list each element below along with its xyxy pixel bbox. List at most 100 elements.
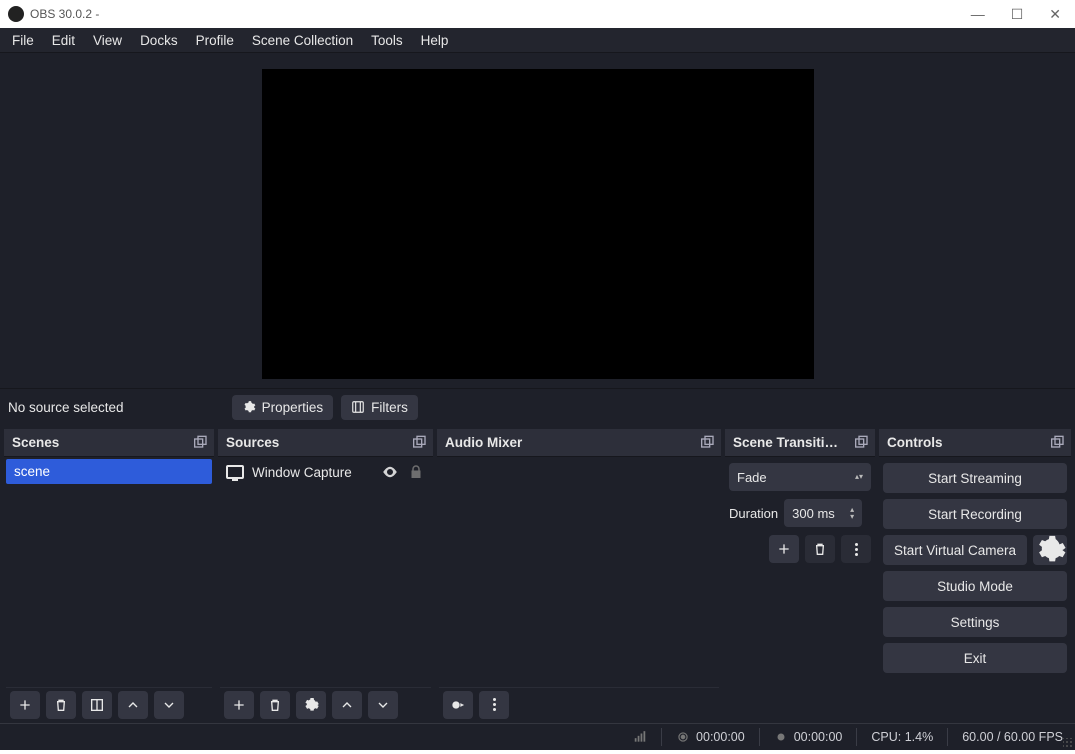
menu-edit[interactable]: Edit bbox=[44, 30, 83, 51]
transitions-dock: Scene Transiti… Fade ▴▾ Duration 300 ms … bbox=[725, 429, 875, 723]
remove-transition-button[interactable] bbox=[805, 535, 835, 563]
menu-profile[interactable]: Profile bbox=[188, 30, 242, 51]
window-capture-icon bbox=[226, 465, 244, 479]
properties-button-label: Properties bbox=[262, 400, 324, 415]
gear-icon bbox=[1033, 533, 1067, 567]
menu-view[interactable]: View bbox=[85, 30, 130, 51]
controls-title: Controls bbox=[887, 435, 943, 450]
preview-canvas[interactable] bbox=[262, 69, 814, 379]
window-title: OBS 30.0.2 - bbox=[30, 7, 99, 21]
studio-mode-button[interactable]: Studio Mode bbox=[883, 571, 1067, 601]
sources-title: Sources bbox=[226, 435, 279, 450]
add-scene-button[interactable] bbox=[10, 691, 40, 719]
chevron-up-icon bbox=[339, 697, 355, 713]
signal-icon bbox=[633, 730, 647, 744]
resize-grip[interactable] bbox=[1063, 738, 1073, 748]
menu-docks[interactable]: Docks bbox=[132, 30, 186, 51]
kebab-icon bbox=[855, 543, 858, 556]
mixer-menu-button[interactable] bbox=[479, 691, 509, 719]
live-time: 00:00:00 bbox=[672, 730, 749, 744]
live-time-value: 00:00:00 bbox=[696, 730, 745, 744]
scenes-title: Scenes bbox=[12, 435, 59, 450]
move-source-up-button[interactable] bbox=[332, 691, 362, 719]
sources-toolbar bbox=[220, 687, 431, 721]
audio-mixer-dock: Audio Mixer bbox=[437, 429, 721, 723]
visibility-toggle[interactable] bbox=[381, 463, 399, 481]
transition-select-value: Fade bbox=[737, 470, 767, 485]
spinner-arrows-icon: ▴▾ bbox=[850, 506, 854, 520]
record-icon bbox=[774, 730, 788, 744]
app-icon bbox=[8, 6, 24, 22]
minimize-button[interactable]: — bbox=[971, 6, 985, 23]
source-toolbar: No source selected Properties Filters bbox=[0, 388, 1075, 425]
maximize-button[interactable]: ☐ bbox=[1011, 6, 1024, 23]
filters-icon bbox=[351, 400, 365, 414]
sources-header[interactable]: Sources bbox=[218, 429, 433, 457]
scene-filters-button[interactable] bbox=[82, 691, 112, 719]
title-bar: OBS 30.0.2 - — ☐ ✕ bbox=[0, 0, 1075, 28]
start-recording-button[interactable]: Start Recording bbox=[883, 499, 1067, 529]
move-scene-down-button[interactable] bbox=[154, 691, 184, 719]
scene-item[interactable]: scene bbox=[6, 459, 212, 484]
scenes-header[interactable]: Scenes bbox=[4, 429, 214, 457]
move-scene-up-button[interactable] bbox=[118, 691, 148, 719]
virtual-camera-settings-button[interactable] bbox=[1033, 535, 1067, 565]
source-item[interactable]: Window Capture bbox=[220, 459, 431, 485]
status-bar: 00:00:00 00:00:00 CPU: 1.4% 60.00 / 60.0… bbox=[0, 723, 1075, 750]
plus-icon bbox=[17, 697, 33, 713]
settings-button[interactable]: Settings bbox=[883, 607, 1067, 637]
gear-icon bbox=[242, 400, 256, 414]
rec-time-value: 00:00:00 bbox=[794, 730, 843, 744]
trash-icon bbox=[812, 541, 828, 557]
menu-tools[interactable]: Tools bbox=[363, 30, 411, 51]
rec-time: 00:00:00 bbox=[770, 730, 847, 744]
preview-area bbox=[0, 53, 1075, 388]
duration-spinner[interactable]: 300 ms ▴▾ bbox=[784, 499, 862, 527]
filter-list-icon bbox=[89, 697, 105, 713]
exit-button[interactable]: Exit bbox=[883, 643, 1067, 673]
transitions-title: Scene Transiti… bbox=[733, 435, 838, 450]
scenes-toolbar bbox=[6, 687, 212, 721]
move-source-down-button[interactable] bbox=[368, 691, 398, 719]
mixer-advanced-button[interactable] bbox=[443, 691, 473, 719]
popout-icon[interactable] bbox=[853, 435, 869, 451]
controls-header[interactable]: Controls bbox=[879, 429, 1071, 457]
chevron-up-icon bbox=[125, 697, 141, 713]
mixer-header[interactable]: Audio Mixer bbox=[437, 429, 721, 457]
add-transition-button[interactable] bbox=[769, 535, 799, 563]
add-source-button[interactable] bbox=[224, 691, 254, 719]
popout-icon[interactable] bbox=[1049, 435, 1065, 451]
sources-dock: Sources Window Capture bbox=[218, 429, 433, 723]
source-properties-button[interactable] bbox=[296, 691, 326, 719]
start-virtual-camera-button[interactable]: Start Virtual Camera bbox=[883, 535, 1027, 565]
close-button[interactable]: ✕ bbox=[1049, 6, 1061, 23]
properties-button[interactable]: Properties bbox=[232, 395, 334, 420]
docks-container: Scenes scene Sources W bbox=[0, 425, 1075, 723]
menu-file[interactable]: File bbox=[4, 30, 42, 51]
menu-scene-collection[interactable]: Scene Collection bbox=[244, 30, 361, 51]
remove-source-button[interactable] bbox=[260, 691, 290, 719]
fps: 60.00 / 60.00 FPS bbox=[958, 730, 1067, 744]
no-source-label: No source selected bbox=[8, 400, 124, 415]
transition-select[interactable]: Fade ▴▾ bbox=[729, 463, 871, 491]
menu-bar: File Edit View Docks Profile Scene Colle… bbox=[0, 28, 1075, 53]
popout-icon[interactable] bbox=[699, 435, 715, 451]
source-item-label: Window Capture bbox=[252, 465, 373, 480]
mixer-title: Audio Mixer bbox=[445, 435, 522, 450]
transition-menu-button[interactable] bbox=[841, 535, 871, 563]
start-streaming-button[interactable]: Start Streaming bbox=[883, 463, 1067, 493]
gear-icon bbox=[450, 697, 466, 713]
trash-icon bbox=[53, 697, 69, 713]
remove-scene-button[interactable] bbox=[46, 691, 76, 719]
filters-button[interactable]: Filters bbox=[341, 395, 418, 420]
popout-icon[interactable] bbox=[192, 435, 208, 451]
lock-toggle[interactable] bbox=[407, 463, 425, 481]
filters-button-label: Filters bbox=[371, 400, 408, 415]
plus-icon bbox=[776, 541, 792, 557]
chevron-down-icon bbox=[161, 697, 177, 713]
broadcast-icon bbox=[676, 730, 690, 744]
select-arrows-icon: ▴▾ bbox=[855, 474, 863, 480]
transitions-header[interactable]: Scene Transiti… bbox=[725, 429, 875, 457]
menu-help[interactable]: Help bbox=[413, 30, 457, 51]
popout-icon[interactable] bbox=[411, 435, 427, 451]
